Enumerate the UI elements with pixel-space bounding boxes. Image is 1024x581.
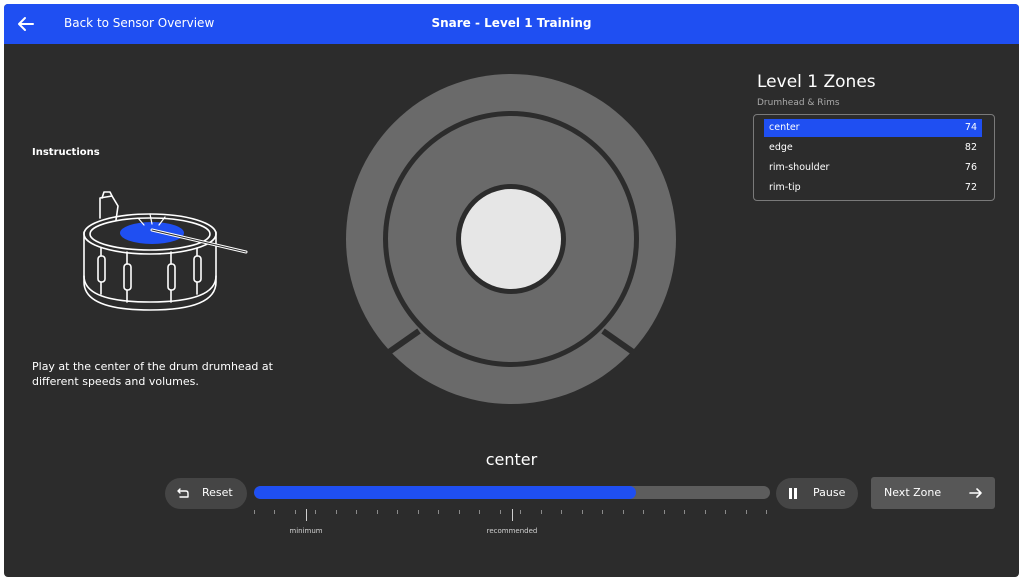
progress-scale-tick: [315, 510, 316, 514]
progress-scale-tick: [520, 510, 521, 514]
progress-scale-tick: [602, 510, 603, 514]
zone-item-rim-tip[interactable]: rim-tip 72: [764, 179, 982, 197]
pause-label: Pause: [813, 486, 846, 499]
snare-drum-illustration: [83, 191, 248, 311]
progress-scale-tick: [356, 510, 357, 514]
progress-scale-tick: [438, 510, 439, 514]
progress-scale-tick: [541, 510, 542, 514]
progress-marker-label: minimum: [289, 527, 323, 535]
progress-scale-tick: [725, 510, 726, 514]
zone-name: rim-shoulder: [769, 162, 830, 173]
center-zone[interactable]: [461, 189, 561, 289]
progress-scale-tick: [254, 510, 255, 514]
progress-scale-tick: [500, 510, 501, 514]
progress-scale-tick: [418, 510, 419, 514]
pause-icon: [789, 488, 797, 499]
progress-scale-tick: [623, 510, 624, 514]
zone-name: edge: [769, 142, 793, 153]
next-zone-button[interactable]: Next Zone: [871, 477, 995, 509]
progress-scale-tick: [459, 510, 460, 514]
zone-item-rim-shoulder[interactable]: rim-shoulder 76: [764, 159, 982, 177]
training-window: Back to Sensor Overview Snare - Level 1 …: [4, 4, 1019, 577]
progress-scale-tick: [664, 510, 665, 514]
progress-scale-tick: [479, 510, 480, 514]
zones-list: center 74 edge 82 rim-shoulder 76 rim-ti…: [753, 114, 995, 201]
progress-marker-recommended: [512, 509, 513, 521]
progress-scale-tick: [643, 510, 644, 514]
progress-scale-tick: [377, 510, 378, 514]
drum-zone-target: [346, 74, 676, 404]
zone-score: 74: [964, 122, 977, 133]
progress-scale-tick: [705, 510, 706, 514]
current-zone-label: center: [485, 450, 538, 469]
progress-scale: minimum recommended: [254, 507, 770, 541]
progress-scale-tick: [336, 510, 337, 514]
progress-scale-tick: [684, 510, 685, 514]
zone-item-edge[interactable]: edge 82: [764, 139, 982, 157]
reset-label: Reset: [202, 486, 233, 499]
progress-scale-tick: [397, 510, 398, 514]
pause-button[interactable]: Pause: [776, 478, 858, 509]
zone-score: 82: [964, 142, 977, 153]
zone-score: 76: [964, 162, 977, 173]
undo-icon: [177, 488, 189, 498]
progress-fill: [254, 486, 636, 499]
zone-name: center: [769, 122, 800, 133]
page-title: Snare - Level 1 Training: [431, 16, 592, 30]
reset-button[interactable]: Reset: [165, 478, 247, 509]
zones-panel-subtitle: Drumhead & Rims: [757, 98, 840, 108]
arrow-right-icon: [969, 488, 982, 498]
progress-scale-tick: [766, 510, 767, 514]
progress-scale-tick: [561, 510, 562, 514]
progress-scale-tick: [746, 510, 747, 514]
zone-score: 72: [964, 182, 977, 193]
next-zone-label: Next Zone: [884, 486, 942, 499]
progress-marker-label: recommended: [486, 527, 538, 535]
instructions-text: Play at the center of the drum drumhead …: [32, 360, 273, 388]
progress-marker-minimum: [306, 509, 307, 521]
zone-name: rim-tip: [769, 182, 801, 193]
progress-bar: [254, 486, 770, 499]
zones-panel-title: Level 1 Zones: [757, 72, 876, 92]
progress-scale-tick: [274, 510, 275, 514]
zone-item-center[interactable]: center 74: [764, 119, 982, 137]
instructions-heading: Instructions: [32, 147, 100, 158]
progress-scale-tick: [582, 510, 583, 514]
top-bar: Back to Sensor Overview Snare - Level 1 …: [4, 4, 1019, 44]
progress-scale-tick: [295, 510, 296, 514]
